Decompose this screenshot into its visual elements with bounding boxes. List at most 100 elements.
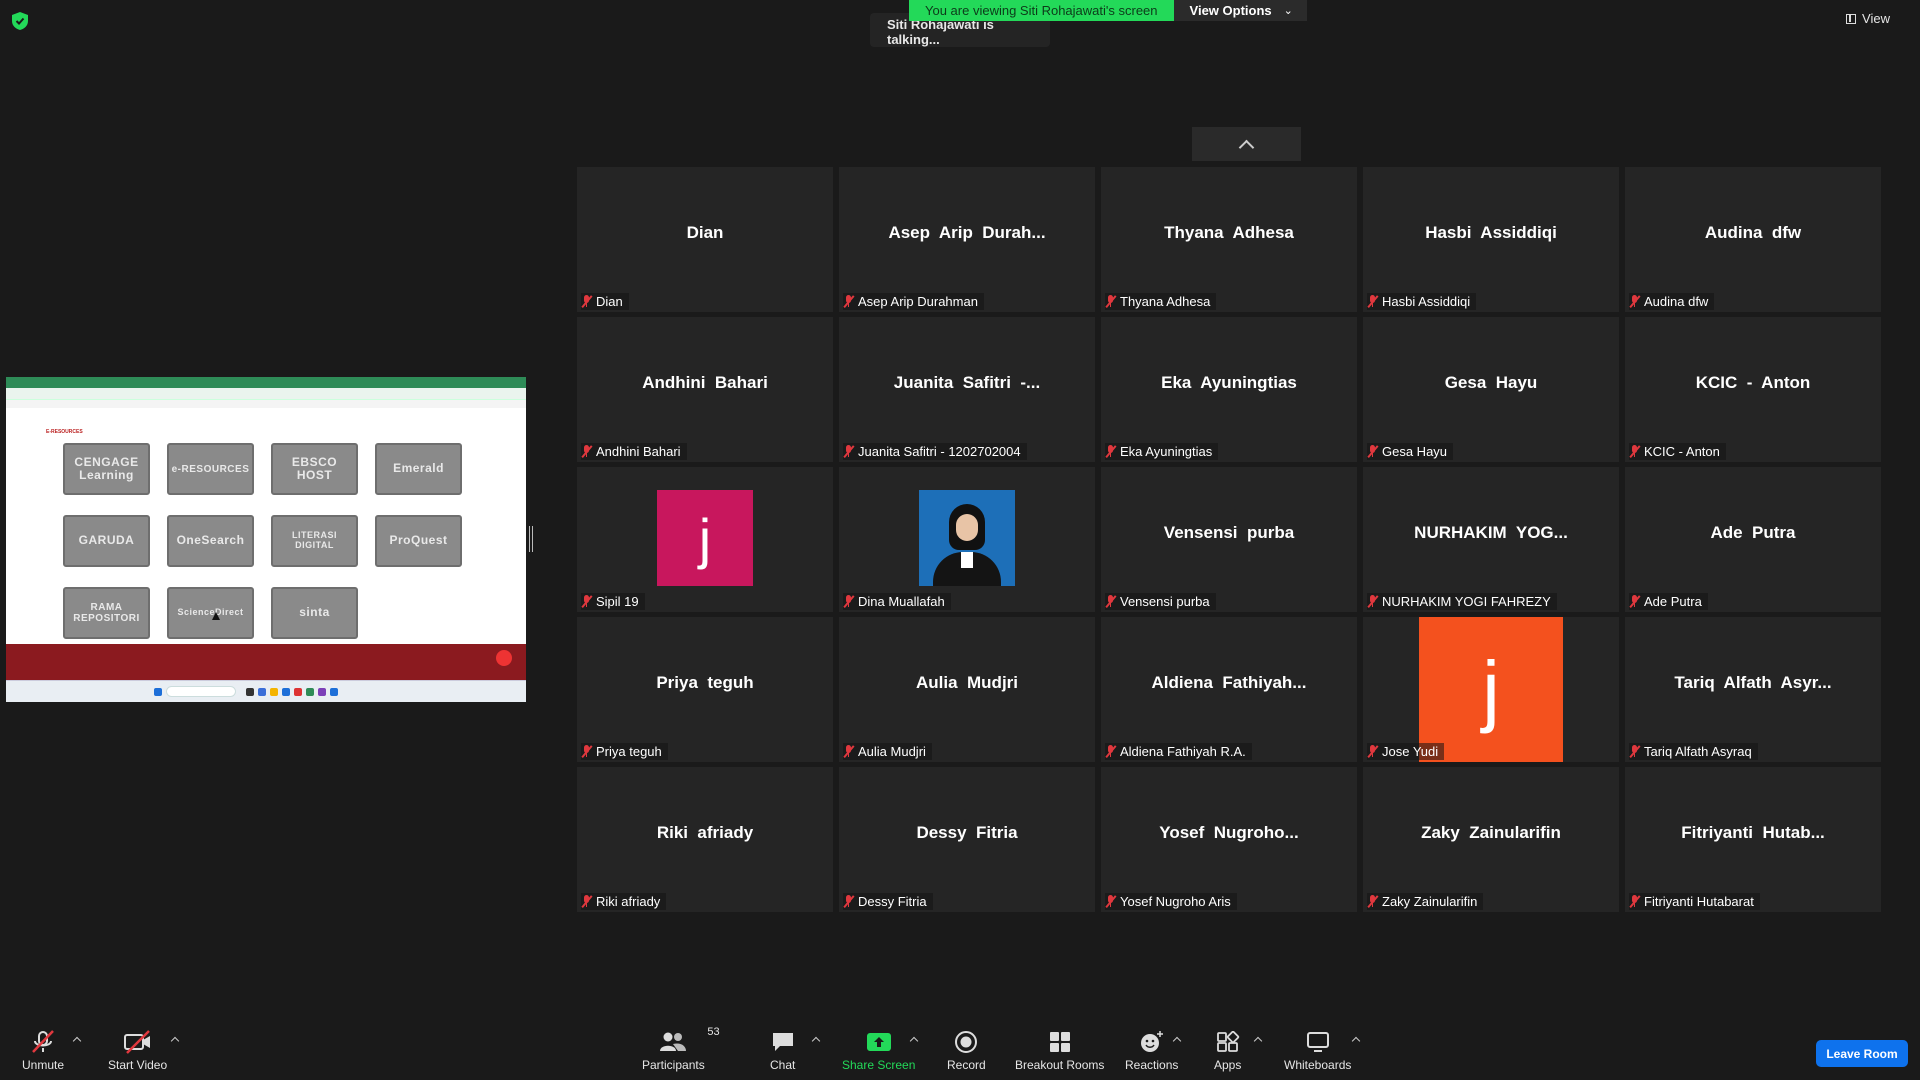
participant-tile[interactable]: Zaky Zainularifin Zaky Zainularifin (1363, 767, 1619, 912)
participants-button[interactable]: 53 Participants (642, 1026, 720, 1072)
view-options-label: View Options (1189, 3, 1272, 18)
collapse-gallery-button[interactable] (1192, 127, 1301, 161)
breakout-rooms-button[interactable]: Breakout Rooms (1015, 1030, 1104, 1072)
participant-tile[interactable]: j Sipil 19 (577, 467, 833, 612)
reactions-label: Reactions (1125, 1058, 1179, 1072)
whiteboards-button[interactable]: Whiteboards (1284, 1030, 1351, 1072)
app-icon (270, 688, 278, 696)
viewing-screen-text: You are viewing Siti Rohajawati's screen (909, 0, 1174, 21)
participant-tile[interactable]: Eka Ayuningtias Eka Ayuningtias (1101, 317, 1357, 462)
share-screen-button[interactable]: Share Screen (842, 1030, 915, 1072)
apps-button[interactable]: Apps (1214, 1030, 1241, 1072)
view-button[interactable]: View (1846, 11, 1890, 26)
participant-name-label: Audina dfw (1629, 293, 1715, 310)
reactions-icon (1139, 1030, 1165, 1054)
participant-name: Zaky Zainularifin (1382, 894, 1478, 909)
participant-display-name: Aldiena Fathiyah... (1151, 673, 1307, 692)
participant-tile[interactable]: Dessy Fitria Dessy Fitria (839, 767, 1095, 912)
share-screen-icon (866, 1030, 892, 1054)
chevron-up-icon (1238, 139, 1255, 155)
shared-screen-view[interactable]: E-RESOURCES CENGAGE Learning e-RESOURCES… (6, 377, 526, 702)
participant-name-label: Dessy Fitria (843, 893, 933, 910)
mic-muted-icon (1629, 295, 1641, 308)
participants-count: 53 (707, 1026, 720, 1038)
participant-tile[interactable]: Hasbi Assiddiqi Hasbi Assiddiqi (1363, 167, 1619, 312)
leave-room-button[interactable]: Leave Room (1816, 1040, 1908, 1067)
share-screen-label: Share Screen (842, 1058, 916, 1072)
participant-name: Thyana Adhesa (1120, 294, 1211, 309)
audio-options-caret[interactable] (72, 1036, 82, 1046)
browser-bookmarks-bar (6, 400, 526, 408)
participant-tile[interactable]: Fitriyanti Hutab... Fitriyanti Hutabarat (1625, 767, 1881, 912)
chat-options-caret[interactable] (811, 1036, 821, 1046)
participant-display-name: Ade Putra (1710, 523, 1796, 542)
view-options-button[interactable]: View Options ⌄ (1173, 0, 1307, 21)
start-video-button[interactable]: Start Video (108, 1030, 167, 1072)
participant-tile[interactable]: Audina dfw Audina dfw (1625, 167, 1881, 312)
participant-tile[interactable]: j Jose Yudi (1363, 617, 1619, 762)
reactions-button[interactable]: Reactions (1125, 1030, 1178, 1072)
participant-tile[interactable]: Priya teguh Priya teguh (577, 617, 833, 762)
participant-display-name: NURHAKIM YOG... (1414, 523, 1568, 542)
participant-name: Riki afriady (596, 894, 661, 909)
apps-options-caret[interactable] (1253, 1036, 1263, 1046)
participant-name-label: Juanita Safitri - 1202702004 (843, 443, 1027, 460)
participant-name-label: Aulia Mudjri (843, 743, 932, 760)
participant-tile[interactable]: Riki afriady Riki afriady (577, 767, 833, 912)
participant-tile[interactable]: Dian Dian (577, 167, 833, 312)
mic-muted-icon (843, 445, 855, 458)
resource-tile: RAMA REPOSITORI (63, 587, 150, 639)
participant-tile[interactable]: Dina Muallafah (839, 467, 1095, 612)
participant-name: Ade Putra (1644, 594, 1702, 609)
participant-name-label: Andhini Bahari (581, 443, 687, 460)
whiteboards-options-caret[interactable] (1351, 1036, 1361, 1046)
resource-tile: e-RESOURCES (167, 443, 254, 495)
participant-display-name: Priya teguh (656, 673, 754, 692)
participant-name: NURHAKIM YOGI FAHREZY (1382, 594, 1551, 609)
participant-name-label: Priya teguh (581, 743, 668, 760)
mic-muted-icon (1629, 445, 1641, 458)
participant-tile[interactable]: Juanita Safitri -... Juanita Safitri - 12… (839, 317, 1095, 462)
mic-muted-icon (581, 895, 593, 908)
participant-avatar: j (657, 490, 753, 586)
participant-display-name: Thyana Adhesa (1164, 223, 1294, 242)
mic-muted-icon (843, 895, 855, 908)
participant-tile[interactable]: Ade Putra Ade Putra (1625, 467, 1881, 612)
participant-tile[interactable]: Yosef Nugroho... Yosef Nugroho Aris (1101, 767, 1357, 912)
participant-tile[interactable]: KCIC - Anton KCIC - Anton (1625, 317, 1881, 462)
participant-tile[interactable]: Aulia Mudjri Aulia Mudjri (839, 617, 1095, 762)
app-icon (282, 688, 290, 696)
app-icon (306, 688, 314, 696)
shared-page-heading: E-RESOURCES (46, 429, 83, 435)
resource-tile: ScienceDirect (167, 587, 254, 639)
breakout-rooms-icon (1048, 1030, 1072, 1054)
participant-tile[interactable]: Tariq Alfath Asyr... Tariq Alfath Asyraq (1625, 617, 1881, 762)
participant-name: Tariq Alfath Asyraq (1644, 744, 1752, 759)
participant-tile[interactable]: Thyana Adhesa Thyana Adhesa (1101, 167, 1357, 312)
record-button[interactable]: Record (947, 1030, 986, 1072)
shared-taskbar (6, 680, 526, 702)
participant-name-label: KCIC - Anton (1629, 443, 1726, 460)
participant-name: Aulia Mudjri (858, 744, 926, 759)
leave-room-label: Leave Room (1826, 1046, 1898, 1061)
participant-tile[interactable]: Andhini Bahari Andhini Bahari (577, 317, 833, 462)
video-options-caret[interactable] (170, 1036, 180, 1046)
participant-name: Audina dfw (1644, 294, 1709, 309)
apps-icon (1216, 1030, 1240, 1054)
participant-tile[interactable]: Asep Arip Durah... Asep Arip Durahman (839, 167, 1095, 312)
participant-tile[interactable]: NURHAKIM YOG... NURHAKIM YOGI FAHREZY (1363, 467, 1619, 612)
participant-tile[interactable]: Vensensi purba Vensensi purba (1101, 467, 1357, 612)
participant-name-label: Tariq Alfath Asyraq (1629, 743, 1758, 760)
taskbar-search (166, 686, 236, 697)
unmute-button[interactable]: Unmute (22, 1030, 64, 1072)
chat-bubble-icon (496, 650, 512, 666)
mic-muted-icon (581, 745, 593, 758)
view-layout-icon (1846, 13, 1857, 24)
participant-tile[interactable]: Gesa Hayu Gesa Hayu (1363, 317, 1619, 462)
chat-button[interactable]: Chat (770, 1030, 795, 1072)
participant-name-label: Sipil 19 (581, 593, 645, 610)
security-shield-icon[interactable] (12, 12, 28, 30)
participant-name-label: Gesa Hayu (1367, 443, 1454, 460)
participant-tile[interactable]: Aldiena Fathiyah... Aldiena Fathiyah R.A. (1101, 617, 1357, 762)
panel-resize-handle[interactable] (529, 526, 533, 552)
